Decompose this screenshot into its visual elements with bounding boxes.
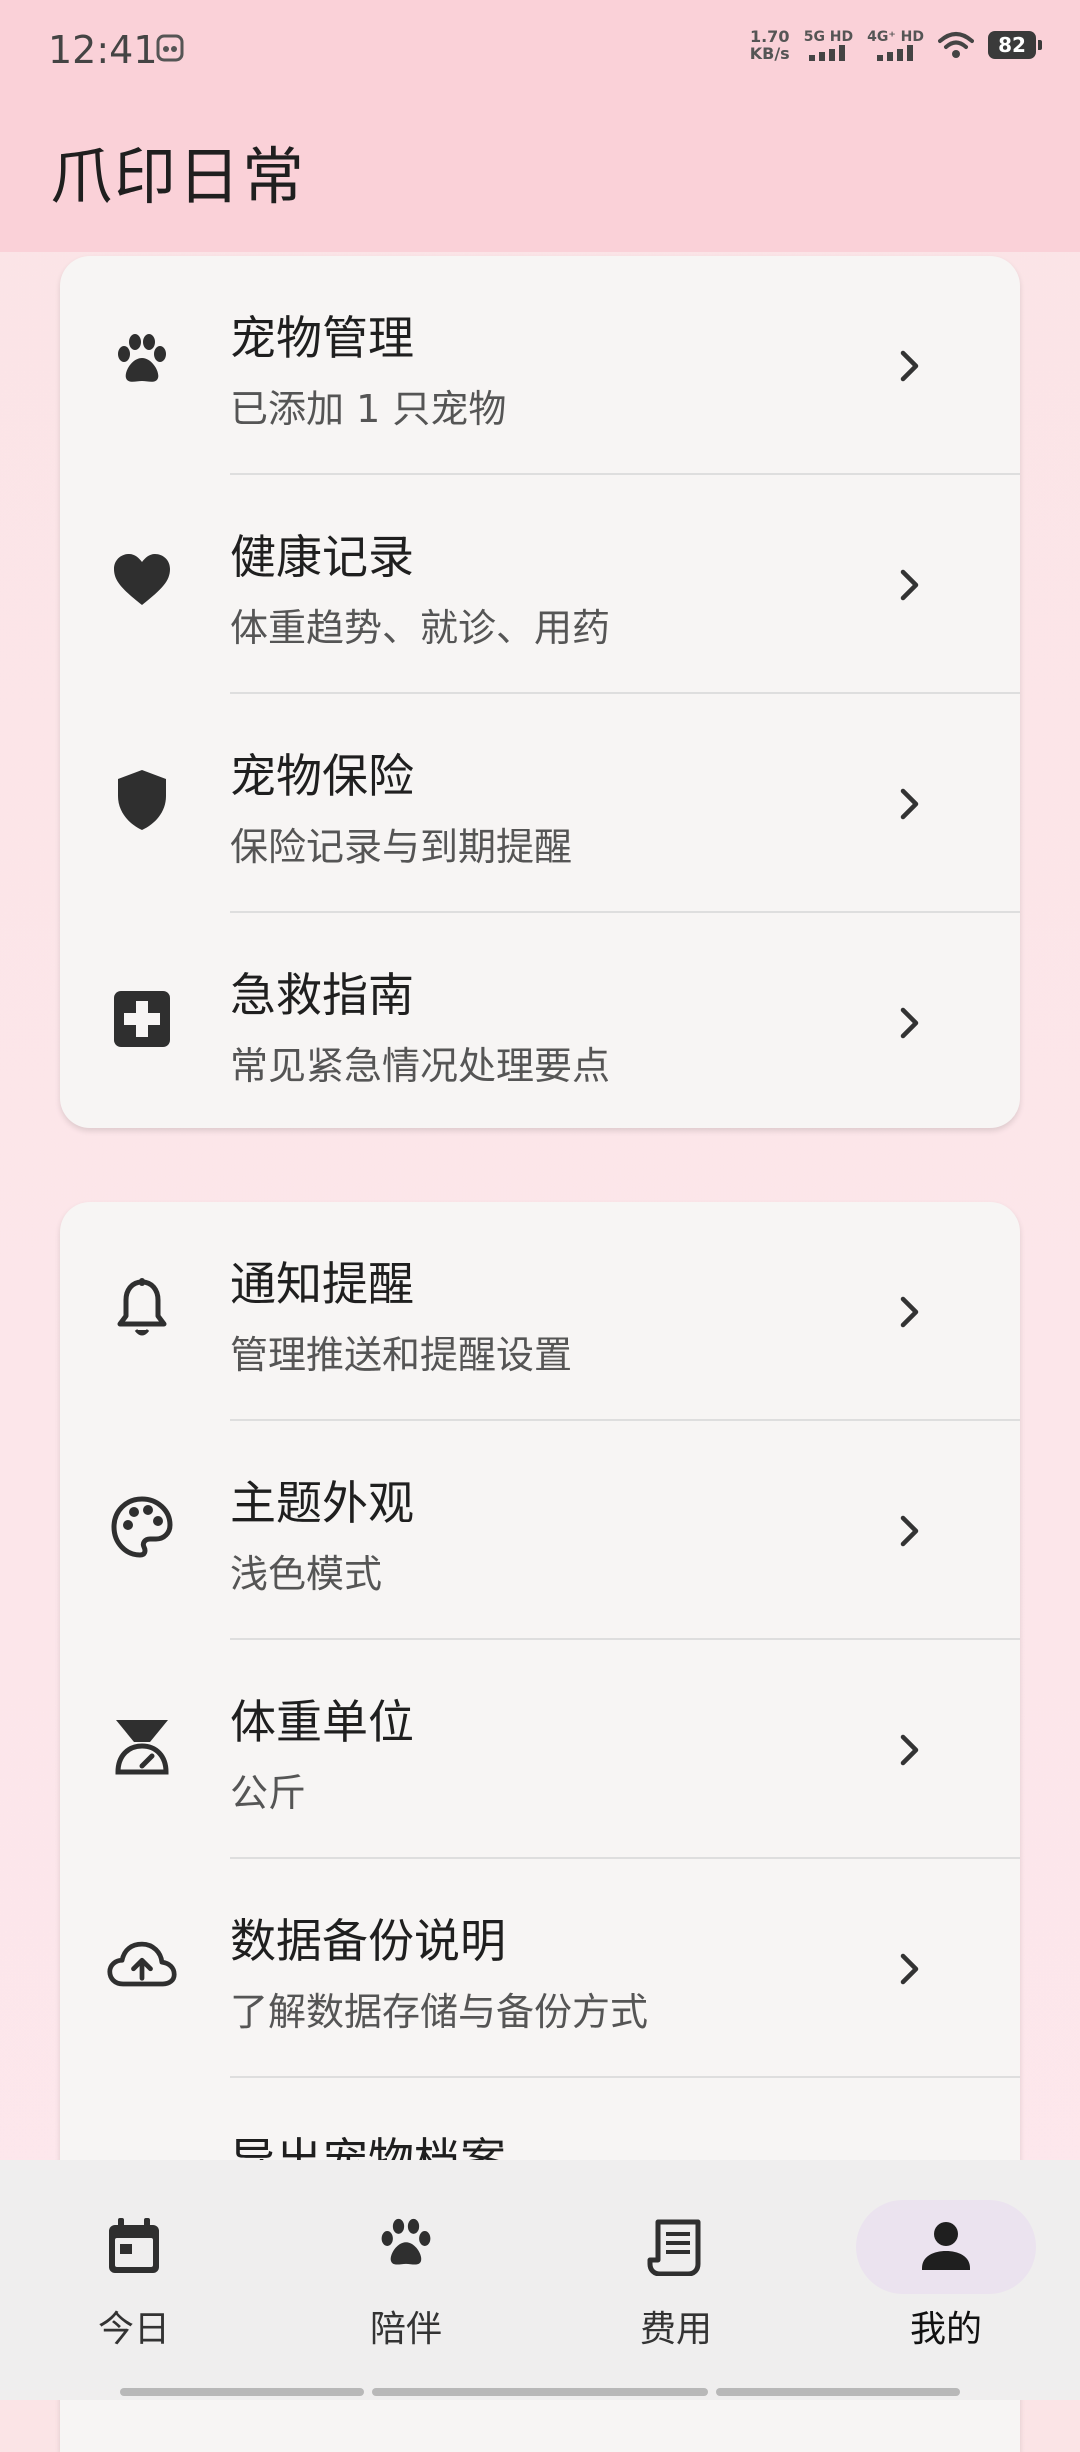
net-speed-value: 1.70 (749, 27, 790, 46)
chevron-right-icon (900, 569, 919, 601)
nav-label: 费用 (639, 2309, 712, 2350)
scale-icon (106, 1710, 178, 1782)
item-subtitle: 浅色模式 (230, 1552, 383, 1596)
nav-label: 陪伴 (369, 2309, 442, 2350)
item-title: 健康记录 (230, 530, 414, 584)
chevron-right-icon (900, 1953, 919, 1985)
nav-label: 我的 (909, 2309, 982, 2350)
settings-item-health-records[interactable]: 健康记录 体重趋势、就诊、用药 (60, 475, 1020, 694)
nav-tab-profile[interactable]: 我的 (846, 2216, 1046, 2366)
chevron-right-icon (900, 1734, 919, 1766)
chevron-right-icon (900, 788, 919, 820)
settings-item-pet-management[interactable]: 宠物管理 已添加 1 只宠物 (60, 256, 1020, 475)
wifi-icon (938, 32, 974, 58)
nav-tab-today[interactable]: 今日 (34, 2216, 234, 2366)
person-icon (922, 2222, 970, 2270)
item-subtitle: 已添加 1 只宠物 (230, 387, 507, 431)
item-subtitle: 公斤 (230, 1771, 307, 1815)
chevron-right-icon (900, 350, 919, 382)
item-title: 宠物保险 (230, 749, 414, 803)
settings-item-backup-info[interactable]: 数据备份说明 了解数据存储与备份方式 (60, 1859, 1020, 2078)
item-title: 急救指南 (230, 968, 414, 1022)
page-title: 爪印日常 (50, 140, 307, 213)
item-title: 主题外观 (230, 1476, 414, 1530)
item-subtitle: 保险记录与到期提醒 (230, 825, 573, 869)
paw-icon (381, 2218, 431, 2265)
nav-tab-companion[interactable]: 陪伴 (306, 2216, 506, 2366)
status-time: 12:41 (48, 28, 158, 72)
net-speed-unit: KB/s (749, 44, 790, 63)
app-bar: 爪印日常 (0, 100, 1080, 252)
item-title: 数据备份说明 (230, 1914, 506, 1968)
chevron-right-icon (900, 1296, 919, 1328)
signal-bars-icon (809, 45, 846, 61)
item-subtitle: 常见紧急情况处理要点 (230, 1044, 611, 1088)
shield-icon (106, 764, 178, 836)
item-subtitle: 体重趋势、就诊、用药 (230, 606, 611, 650)
signal-bars-icon (876, 45, 913, 61)
sim2-label: 4G⁺ HD (867, 29, 924, 45)
heart-icon (106, 545, 178, 617)
palette-icon (106, 1491, 178, 1563)
nav-label: 今日 (97, 2309, 170, 2350)
sim1-label: 5G HD (803, 29, 854, 45)
paw-icon (106, 326, 178, 398)
nav-tab-expenses[interactable]: 费用 (576, 2216, 776, 2366)
settings-item-theme[interactable]: 主题外观 浅色模式 (60, 1421, 1020, 1640)
bell-icon (106, 1272, 178, 1344)
status-icons: 1.70 KB/s 5G HD 4G⁺ HD 82 (750, 28, 1042, 62)
item-subtitle: 了解数据存储与备份方式 (230, 1990, 649, 2034)
net-speed: 1.70 KB/s (750, 28, 790, 62)
settings-item-pet-insurance[interactable]: 宠物保险 保险记录与到期提醒 (60, 694, 1020, 913)
sim2-signal: 4G⁺ HD (867, 29, 924, 61)
item-subtitle: 管理推送和提醒设置 (230, 1333, 573, 1377)
app-notification-icon (156, 34, 184, 62)
settings-item-first-aid[interactable]: 急救指南 常见紧急情况处理要点 (60, 913, 1020, 1128)
item-title: 宠物管理 (230, 311, 414, 365)
gesture-bar (372, 2388, 708, 2396)
sim1-signal: 5G HD (804, 29, 853, 61)
status-bar: 12:41 1.70 KB/s 5G HD 4G⁺ HD 82 (0, 0, 1080, 100)
cloud-upload-icon (106, 1929, 178, 2001)
bottom-navigation: 今日 陪伴 费用 我的 (0, 2160, 1080, 2400)
first-aid-icon (106, 983, 178, 1055)
receipt-icon (647, 2219, 701, 2276)
gesture-bar (716, 2388, 960, 2396)
chevron-right-icon (900, 1515, 919, 1547)
item-title: 体重单位 (230, 1695, 414, 1749)
gesture-bar (120, 2388, 364, 2396)
calendar-icon (109, 2218, 159, 2273)
pet-section-card: 宠物管理 已添加 1 只宠物 健康记录 体重趋势、就诊、用药 宠物保险 保险记录… (60, 256, 1020, 1128)
item-title: 通知提醒 (230, 1257, 414, 1311)
chevron-right-icon (900, 1007, 919, 1039)
settings-item-weight-unit[interactable]: 体重单位 公斤 (60, 1640, 1020, 1859)
settings-item-notifications[interactable]: 通知提醒 管理推送和提醒设置 (60, 1202, 1020, 1421)
battery-level: 82 (998, 33, 1026, 57)
battery-indicator: 82 (988, 31, 1042, 59)
